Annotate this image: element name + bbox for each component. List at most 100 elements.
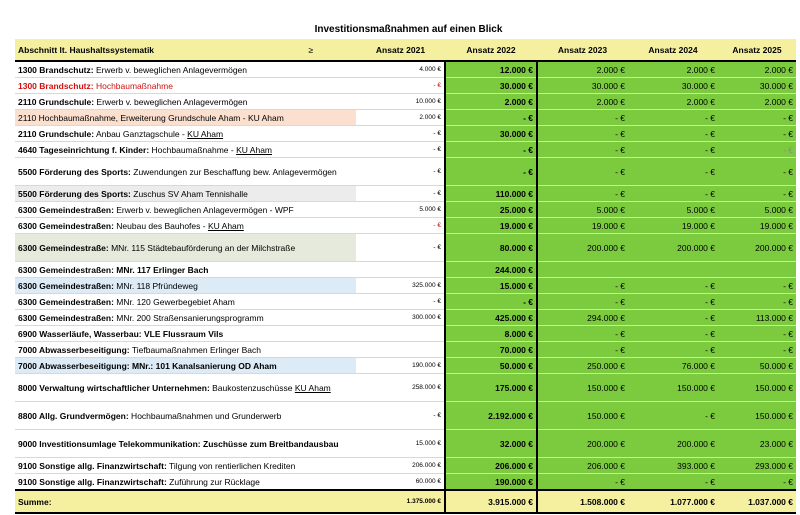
cell-2021 — [356, 341, 445, 358]
cell-2024: 19.000 € — [628, 217, 718, 234]
cell-2021: - € — [356, 77, 445, 94]
sort-icon[interactable]: ≥ — [308, 45, 313, 55]
cell-2021: - € — [356, 185, 445, 202]
row-label: 2110 Grundschule: Erwerb v. beweglichen … — [15, 93, 356, 110]
cell-2025: 23.000 € — [718, 429, 796, 458]
cell-2025: 30.000 € — [718, 77, 796, 94]
cell-2023: 2.000 € — [537, 60, 628, 78]
header-section[interactable]: Abschnitt lt. Haushaltssystematik ≥ — [15, 39, 356, 62]
cell-2025: 2.000 € — [718, 93, 796, 110]
cell-2022: 190.000 € — [444, 473, 538, 491]
row-label: 1300 Brandschutz: Erwerb v. beweglichen … — [15, 60, 356, 78]
cell-2021: 206.000 € — [356, 457, 445, 474]
cell-2025: 19.000 € — [718, 217, 796, 234]
table-row: 1300 Brandschutz: Hochbaumaßnahme - €30.0… — [15, 77, 796, 94]
cell-2023: 19.000 € — [537, 217, 628, 234]
cell-2021: 190.000 € — [356, 357, 445, 374]
cell-2022: 50.000 € — [444, 357, 538, 374]
row-label: 9100 Sonstige allg. Finanzwirtschaft: Zu… — [15, 473, 356, 491]
header-row: Abschnitt lt. Haushaltssystematik ≥ Ansat… — [15, 39, 796, 62]
cell-2021 — [356, 325, 445, 342]
row-label: 6300 Gemeindestraßen: MNr. 120 Gewerbege… — [15, 293, 356, 310]
cell-2023: - € — [537, 185, 628, 202]
sum-2023: 1.508.000 € — [537, 489, 628, 514]
table-row: 2110 Grundschule: Erwerb v. beweglichen … — [15, 93, 796, 110]
cell-2024: 5.000 € — [628, 201, 718, 218]
cell-2021: - € — [356, 157, 445, 186]
cell-2022: - € — [444, 141, 538, 158]
cell-2024: 76.000 € — [628, 357, 718, 374]
cell-2021: - € — [356, 125, 445, 142]
table-row: 2110 Hochbaumaßnahme, Erweiterung Grunds… — [15, 109, 796, 126]
cell-2025: - € — [718, 185, 796, 202]
header-ansatz-2021[interactable]: Ansatz 2021 — [356, 39, 445, 62]
page-title: Investitionsmaßnahmen auf einen Blick — [314, 24, 503, 35]
row-label: 6300 Gemeindestraßen: MNr. 200 Straßensa… — [15, 309, 356, 326]
cell-2021: 60.000 € — [356, 473, 445, 491]
table-row: 6300 Gemeindestraßen: Neubau des Bauhofe… — [15, 217, 796, 234]
table-row: 9100 Sonstige allg. Finanzwirtschaft: Ti… — [15, 457, 796, 474]
cell-2024: - € — [628, 473, 718, 491]
table-row: 9100 Sonstige allg. Finanzwirtschaft: Zu… — [15, 473, 796, 491]
cell-2024: - € — [628, 141, 718, 158]
cell-2022: 8.000 € — [444, 325, 538, 342]
cell-2022: 19.000 € — [444, 217, 538, 234]
header-ansatz-2024[interactable]: Ansatz 2024 — [628, 39, 718, 62]
cell-2023: - € — [537, 109, 628, 126]
row-label: 8800 Allg. Grundvermögen: Hochbaumaßnahm… — [15, 401, 356, 430]
sum-2021: 1.375.000 € — [356, 489, 445, 514]
cell-2023: - € — [537, 473, 628, 491]
sum-2024: 1.077.000 € — [628, 489, 718, 514]
cell-2021: - € — [356, 217, 445, 234]
cell-2024: 2.000 € — [628, 93, 718, 110]
cell-2024: 2.000 € — [628, 60, 718, 78]
cell-2022: 244.000 € — [444, 261, 538, 278]
cell-2023: 200.000 € — [537, 233, 628, 262]
cell-2024: - € — [628, 401, 718, 430]
row-label: 6300 Gemeindestraßen: MNr. 117 Erlinger … — [15, 261, 356, 278]
cell-2022: 70.000 € — [444, 341, 538, 358]
cell-2025: 5.000 € — [718, 201, 796, 218]
sum-2022: 3.915.000 € — [444, 489, 538, 514]
cell-2022: - € — [444, 109, 538, 126]
cell-2021: 300.000 € — [356, 309, 445, 326]
row-label: 4640 Tageseinrichtung f. Kinder: Hochbau… — [15, 141, 356, 158]
cell-2022: 25.000 € — [444, 201, 538, 218]
cell-2024: 200.000 € — [628, 233, 718, 262]
table-row: 6300 Gemeindestraßen: MNr. 117 Erlinger … — [15, 261, 796, 278]
cell-2022: 425.000 € — [444, 309, 538, 326]
cell-2025: 2.000 € — [718, 60, 796, 78]
cell-2025: - € — [718, 109, 796, 126]
cell-2021: 258.000 € — [356, 373, 445, 402]
table-row: 7000 Abwasserbeseitigung: MNr.: 101 Kana… — [15, 357, 796, 374]
cell-2024: 30.000 € — [628, 77, 718, 94]
cell-2023: - € — [537, 141, 628, 158]
row-label: 9000 Investitionsumlage Telekommunikatio… — [15, 429, 356, 458]
table-row: 6900 Wasserläufe, Wasserbau: VLE Flussra… — [15, 325, 796, 342]
cell-2023 — [537, 261, 628, 278]
cell-2021: 2.000 € — [356, 109, 445, 126]
header-ansatz-2023[interactable]: Ansatz 2023 — [537, 39, 628, 62]
row-label: 6900 Wasserläufe, Wasserbau: VLE Flussra… — [15, 325, 356, 342]
cell-2024: - € — [628, 293, 718, 310]
cell-2021: 5.000 € — [356, 201, 445, 218]
cell-2025 — [718, 261, 796, 278]
cell-2021: - € — [356, 141, 445, 158]
cell-2021: 4.000 € — [356, 60, 445, 78]
row-label: 6300 Gemeindestraßen: Neubau des Bauhofe… — [15, 217, 356, 234]
cell-2022: 110.000 € — [444, 185, 538, 202]
sum-row: Summe: 1.375.000 € 3.915.000 € 1.508.000… — [15, 489, 796, 514]
cell-2024: 150.000 € — [628, 373, 718, 402]
cell-2021: - € — [356, 293, 445, 310]
cell-2024: - € — [628, 325, 718, 342]
cell-2021 — [356, 261, 445, 278]
header-ansatz-2025[interactable]: Ansatz 2025 — [718, 39, 796, 62]
row-label: 6300 Gemeindestraßen: MNr. 118 Pfründewe… — [15, 277, 356, 294]
cell-2022: 175.000 € — [444, 373, 538, 402]
cell-2025: - € — [718, 141, 796, 158]
row-label: 6300 Gemeindestraße: MNr. 115 Städtebauf… — [15, 233, 356, 262]
table-row: 2110 Grundschule: Anbau Ganztagschule - … — [15, 125, 796, 142]
header-ansatz-2022[interactable]: Ansatz 2022 — [445, 39, 537, 62]
cell-2025: 200.000 € — [718, 233, 796, 262]
cell-2023: - € — [537, 157, 628, 186]
